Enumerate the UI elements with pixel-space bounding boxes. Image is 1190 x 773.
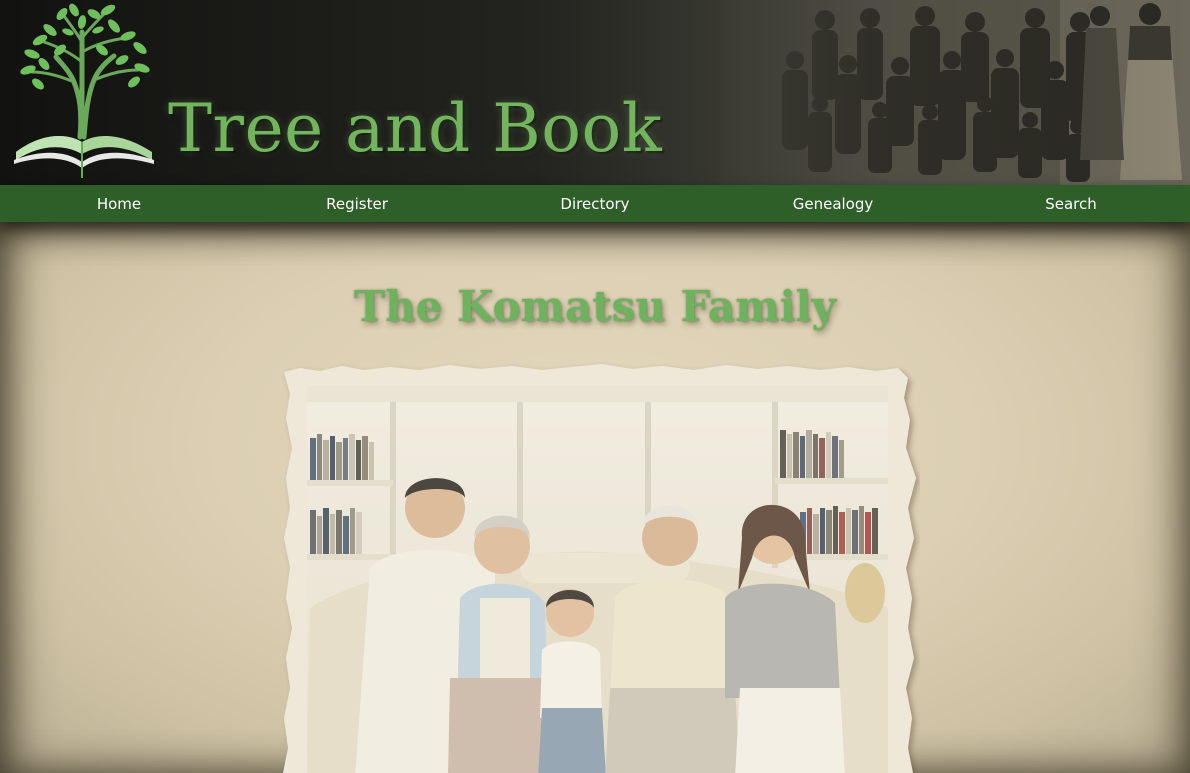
family-photo[interactable] (280, 358, 920, 773)
nav-item-register[interactable]: Register (238, 195, 476, 213)
page-title: The Komatsu Family (353, 282, 837, 331)
vintage-family-photo (720, 0, 1190, 185)
main-nav: Home Register Directory Genealogy Search (0, 185, 1190, 222)
site-header: Tree and Book (0, 0, 1190, 185)
main-content: The Komatsu Family (0, 222, 1190, 773)
tree-and-book-logo-icon[interactable] (10, 2, 160, 182)
family-photo-frame (280, 358, 920, 773)
nav-item-directory[interactable]: Directory (476, 195, 714, 213)
site-title[interactable]: Tree and Book (168, 90, 662, 167)
nav-item-search[interactable]: Search (952, 195, 1190, 213)
nav-item-home[interactable]: Home (0, 195, 238, 213)
nav-item-genealogy[interactable]: Genealogy (714, 195, 952, 213)
